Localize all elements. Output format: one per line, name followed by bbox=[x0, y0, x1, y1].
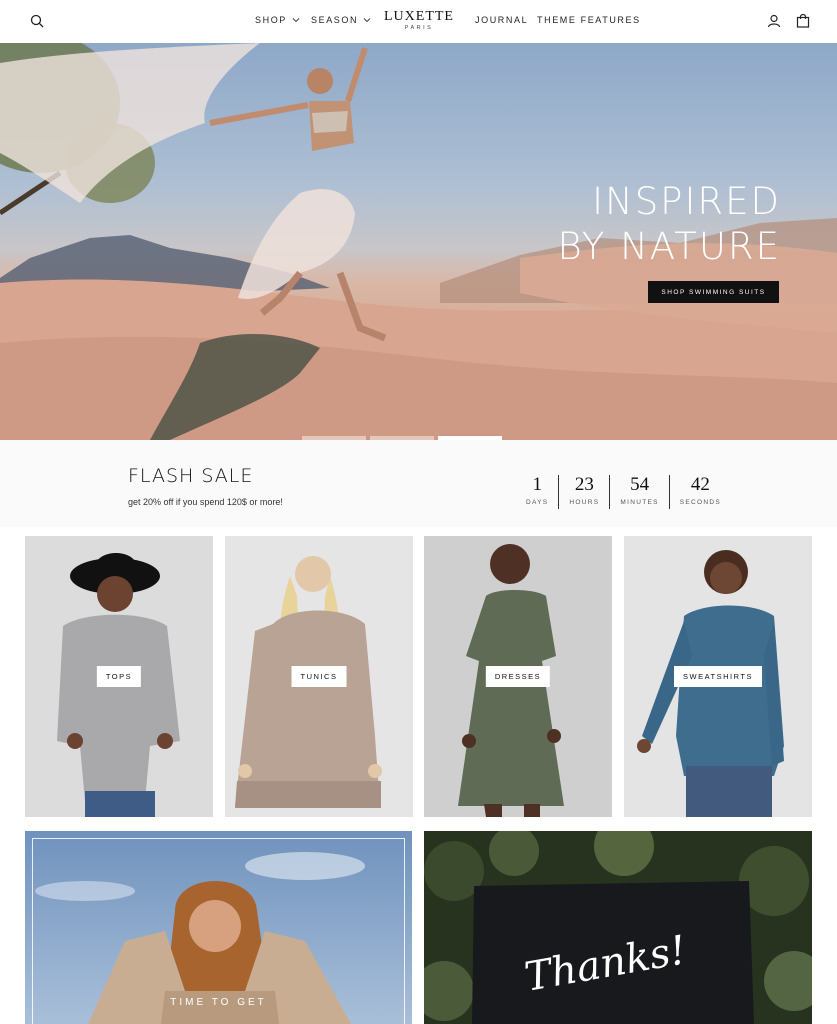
category-tile-tunics[interactable]: TUNICS bbox=[225, 536, 413, 817]
countdown-hours-label: HOURS bbox=[569, 499, 600, 506]
hero-title: INSPIRED BY NATURE bbox=[558, 179, 781, 269]
nav-season[interactable]: SEASON bbox=[311, 15, 371, 25]
shop-swimming-suits-button[interactable]: SHOP SWIMMING SUITS bbox=[648, 281, 779, 303]
category-tile-sweatshirts[interactable]: SWEATSHIRTS bbox=[624, 536, 812, 817]
flash-sale-subtitle: get 20% off if you spend 120$ or more! bbox=[128, 497, 283, 507]
hero-banner[interactable]: INSPIRED BY NATURE SHOP SWIMMING SUITS bbox=[0, 43, 837, 440]
site-logo[interactable]: LUXETTE PARIS bbox=[372, 9, 466, 32]
promo-tile-time-to-get[interactable]: TIME TO GET bbox=[25, 831, 412, 1024]
countdown-seconds: 42 SECONDS bbox=[668, 474, 731, 509]
category-label-tunics[interactable]: TUNICS bbox=[291, 666, 347, 687]
countdown-hours: 23 HOURS bbox=[558, 475, 609, 509]
category-label-sweatshirts[interactable]: SWEATSHIRTS bbox=[674, 666, 762, 687]
search-icon[interactable] bbox=[28, 12, 46, 30]
nav-journal[interactable]: JOURNAL bbox=[475, 15, 528, 25]
countdown-days-value: 1 bbox=[532, 474, 542, 495]
category-tile-dresses[interactable]: DRESSES bbox=[424, 536, 612, 817]
hero-title-line1: INSPIRED bbox=[592, 180, 781, 223]
countdown-hours-value: 23 bbox=[574, 474, 594, 495]
countdown-minutes-label: MINUTES bbox=[620, 499, 659, 506]
flash-sale-title: FLASH SALE bbox=[128, 465, 254, 487]
countdown-seconds-label: SECONDS bbox=[679, 499, 722, 506]
account-icon[interactable] bbox=[765, 12, 783, 30]
hero-title-line2: BY NATURE bbox=[557, 225, 781, 268]
countdown-timer: 1 DAYS 23 HOURS 54 MINUTES 42 SECONDS bbox=[516, 475, 731, 509]
chevron-down-icon bbox=[363, 18, 371, 23]
countdown-seconds-value: 42 bbox=[690, 474, 710, 495]
nav-theme-features-label: THEME FEATURES bbox=[537, 15, 641, 25]
cart-icon[interactable] bbox=[794, 12, 812, 30]
countdown-minutes: 54 MINUTES bbox=[609, 475, 668, 509]
logo-text: LUXETTE bbox=[384, 9, 454, 24]
category-tile-tops[interactable]: TOPS bbox=[25, 536, 213, 817]
nav-season-label: SEASON bbox=[311, 15, 359, 25]
flash-sale-section: FLASH SALE get 20% off if you spend 120$… bbox=[0, 440, 837, 527]
category-label-tops[interactable]: TOPS bbox=[96, 666, 142, 687]
promo-text-time-to-get: TIME TO GET bbox=[170, 997, 267, 1008]
logo-subtext: PARIS bbox=[404, 25, 434, 31]
promo-image-thanks-card bbox=[424, 831, 812, 1024]
nav-shop[interactable]: SHOP bbox=[255, 15, 300, 25]
nav-journal-label: JOURNAL bbox=[475, 15, 529, 25]
site-header: SHOP SEASON LUXETTE PARIS JOURNAL THEME … bbox=[0, 0, 837, 43]
countdown-minutes-value: 54 bbox=[630, 474, 650, 495]
nav-theme-features[interactable]: THEME FEATURES bbox=[537, 15, 641, 25]
countdown-days-label: DAYS bbox=[526, 499, 549, 506]
promo-tile-thanks[interactable]: Thanks! bbox=[424, 831, 812, 1024]
countdown-days: 1 DAYS bbox=[516, 475, 558, 509]
nav-shop-label: SHOP bbox=[255, 15, 287, 25]
chevron-down-icon bbox=[292, 18, 300, 23]
category-label-dresses[interactable]: DRESSES bbox=[485, 666, 551, 687]
